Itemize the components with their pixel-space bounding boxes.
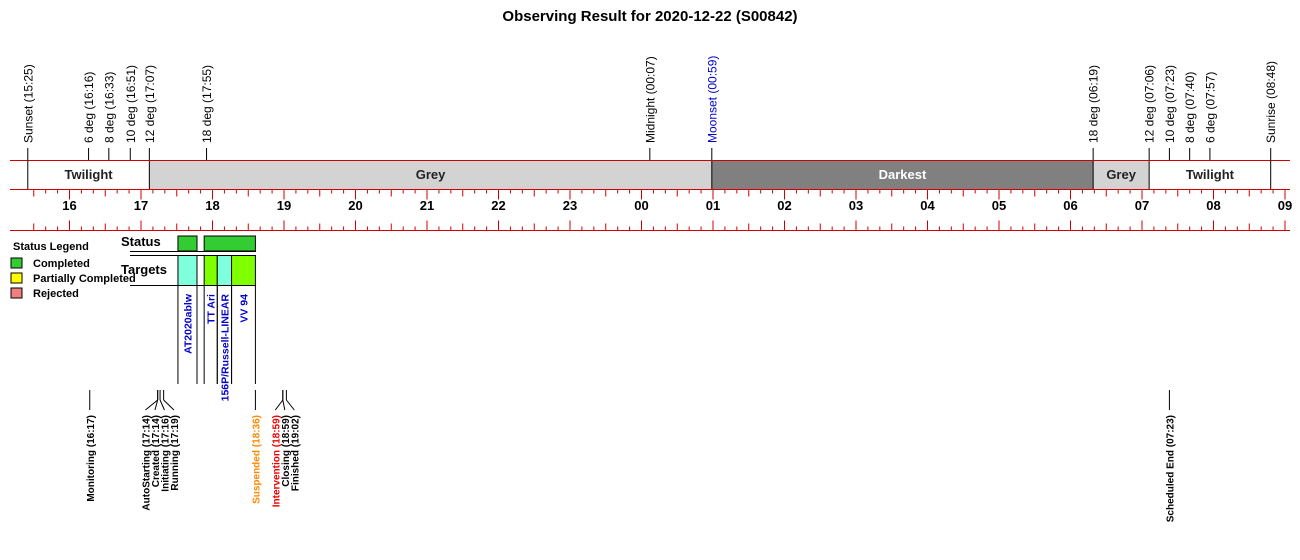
status-legend: Status LegendCompletedPartially Complete… (10, 241, 136, 300)
sky-event-label: 6 deg (07:57) (1203, 72, 1217, 143)
axis-tick-label: 18 (205, 198, 219, 213)
sky-event-label: Sunset (15:25) (21, 64, 35, 143)
op-event-label: Monitoring (16:17) (86, 415, 97, 502)
axis-tick-label: 22 (491, 198, 505, 213)
sky-bands: Twilight Grey Darkest Grey Twilight (10, 161, 1290, 189)
sky-band-label: Twilight (64, 167, 113, 182)
op-event-connector (159, 399, 165, 411)
status-row: Status (121, 234, 256, 252)
operation-events: Monitoring (16:17) AutoStarting (17:14)Cr… (86, 390, 1176, 522)
target-block (217, 256, 232, 285)
axis-tick-label: 05 (992, 198, 1006, 213)
target-name: 156P/Russell-LINEAR (219, 294, 231, 402)
observing-timeline-chart: Observing Result for 2020-12-22 (S00842)… (10, 8, 1292, 522)
sky-event-label: 8 deg (07:40) (1183, 72, 1197, 143)
sky-event-label: Moonset (00:59) (705, 56, 719, 143)
status-block (203, 235, 256, 252)
axis-tick-label: 06 (1063, 198, 1077, 213)
sky-event-label: Midnight (00:07) (643, 56, 657, 143)
target-block (231, 256, 256, 285)
op-event-connector (285, 399, 295, 411)
sky-event-label: Sunrise (08:48) (1264, 61, 1278, 143)
axis-tick-label: 04 (920, 198, 935, 213)
sky-band-label: Grey (416, 167, 446, 182)
axis-tick-label: 21 (420, 198, 434, 213)
axis-tick-label: 07 (1135, 198, 1149, 213)
op-event-label: Suspended (18:36) (251, 415, 262, 504)
target-block (204, 256, 218, 285)
sky-event-label: 10 deg (07:23) (1163, 65, 1177, 143)
op-event-label: Scheduled End (07:23) (1165, 415, 1176, 522)
sky-band-label: Twilight (1186, 167, 1235, 182)
axis-tick-label: 17 (134, 198, 148, 213)
target-block (177, 256, 198, 285)
op-event-connector (282, 399, 286, 411)
op-event-label: Finished (19:02) (290, 415, 301, 491)
axis-tick-label: 09 (1278, 198, 1292, 213)
axis-tick-label: 03 (849, 198, 863, 213)
sky-event-label: 8 deg (16:33) (102, 72, 116, 143)
legend-title: Status Legend (13, 241, 89, 253)
sky-event-label: 12 deg (07:06) (1143, 65, 1157, 143)
axis-tick-label: 02 (777, 198, 791, 213)
op-event-connector (274, 399, 284, 411)
legend-label: Rejected (33, 288, 79, 300)
chart-title: Observing Result for 2020-12-22 (S00842) (502, 8, 797, 25)
op-event-connector (163, 399, 175, 411)
target-name: TT Ari (206, 294, 218, 324)
legend-label: Completed (33, 258, 90, 270)
sky-event-label: 6 deg (16:16) (82, 72, 96, 143)
status-row-label: Status (121, 234, 161, 249)
sky-event-label: 18 deg (17:55) (200, 65, 214, 143)
sky-event-label: 18 deg (06:19) (1087, 65, 1101, 143)
axis-tick-label: 23 (563, 198, 577, 213)
axis-tick-label: 20 (348, 198, 362, 213)
axis-tick-label: 16 (62, 198, 76, 213)
sky-band-label: Grey (1106, 167, 1136, 182)
target-name: VV 94 (238, 294, 250, 323)
legend-swatch (10, 272, 23, 284)
targets-row: Targets AT2020ablw TT Ari 156P/Russell-LINE… (121, 255, 256, 402)
legend-swatch (10, 257, 23, 269)
target-name: AT2020ablw (182, 293, 194, 354)
status-block (177, 235, 198, 252)
targets-row-label: Targets (121, 262, 167, 277)
axis-tick-label: 01 (706, 198, 720, 213)
axis-tick-label: 00 (634, 198, 648, 213)
axis-tick-label: 19 (277, 198, 291, 213)
op-event-label: Running (17:19) (170, 415, 181, 491)
axis-tick-label: 08 (1206, 198, 1220, 213)
sky-event-label: 10 deg (16:51) (124, 65, 138, 143)
legend-swatch (10, 287, 23, 299)
sky-band-label: Darkest (879, 167, 927, 182)
sky-event-label: 12 deg (17:07) (143, 65, 157, 143)
